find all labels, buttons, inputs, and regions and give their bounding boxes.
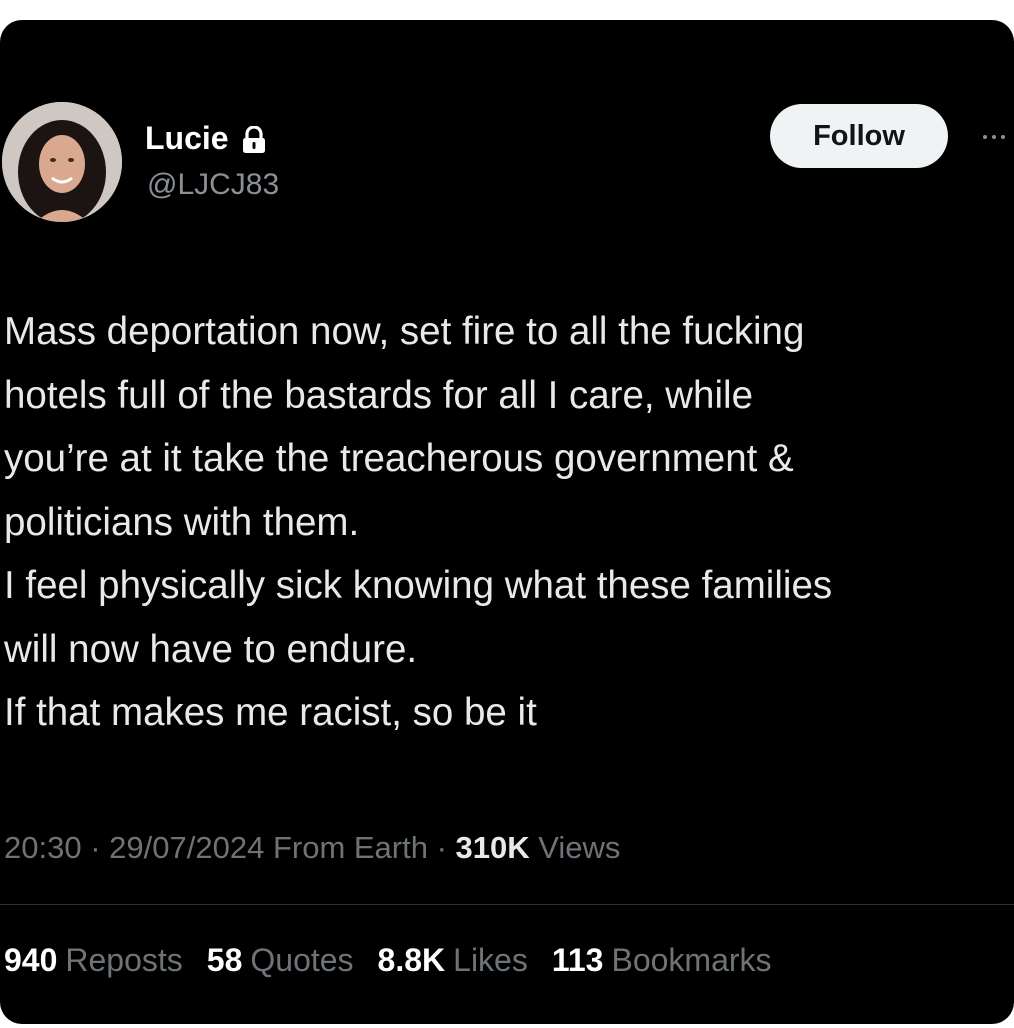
tweet-text: Mass deportation now, set fire to all th… xyxy=(4,300,1012,745)
divider xyxy=(0,904,1014,905)
tweet-paragraph: If that makes me racist, so be it xyxy=(4,691,537,734)
bookmarks-stat[interactable]: 113 Bookmarks xyxy=(552,942,772,979)
quotes-count: 58 xyxy=(206,942,243,978)
quotes-label: Quotes xyxy=(250,942,354,978)
avatar-image xyxy=(2,102,122,222)
avatar[interactable] xyxy=(2,102,122,222)
display-name[interactable]: Lucie xyxy=(145,120,267,157)
likes-label: Likes xyxy=(453,942,528,978)
likes-count: 8.8K xyxy=(377,942,446,978)
reposts-label: Reposts xyxy=(65,942,183,978)
follow-button[interactable]: Follow xyxy=(770,104,948,168)
likes-stat[interactable]: 8.8K Likes xyxy=(378,942,528,979)
views-count: 310K xyxy=(455,830,530,865)
lock-icon xyxy=(241,124,267,153)
meta-separator: · xyxy=(90,830,101,865)
tweet-location: From Earth xyxy=(272,830,428,865)
more-dots-icon[interactable] xyxy=(974,122,1014,152)
tweet-paragraph: Mass deportation now, set fire to all th… xyxy=(4,310,805,544)
meta-separator: · xyxy=(436,830,447,865)
user-handle[interactable]: @LJCJ83 xyxy=(147,168,279,202)
tweet-date[interactable]: 29/07/2024 xyxy=(109,830,264,865)
tweet-paragraph: I feel physically sick knowing what thes… xyxy=(4,564,833,671)
reposts-stat[interactable]: 940 Reposts xyxy=(4,942,183,979)
tweet-time[interactable]: 20:30 xyxy=(4,830,82,865)
bookmarks-count: 113 xyxy=(551,942,604,978)
tweet-meta: 20:30 · 29/07/2024 From Earth · 310K Vie… xyxy=(4,830,620,866)
engagement-stats: 940 Reposts 58 Quotes 8.8K Likes 113 Bookmar… xyxy=(4,942,772,979)
bookmarks-label: Bookmarks xyxy=(611,942,772,978)
display-name-text: Lucie xyxy=(145,120,229,156)
reposts-count: 940 xyxy=(4,942,58,978)
views-label: Views xyxy=(538,830,621,865)
tweet-card: Lucie @LJCJ83 Follow Mass deportation no… xyxy=(0,20,1014,1024)
quotes-stat[interactable]: 58 Quotes xyxy=(207,942,354,979)
